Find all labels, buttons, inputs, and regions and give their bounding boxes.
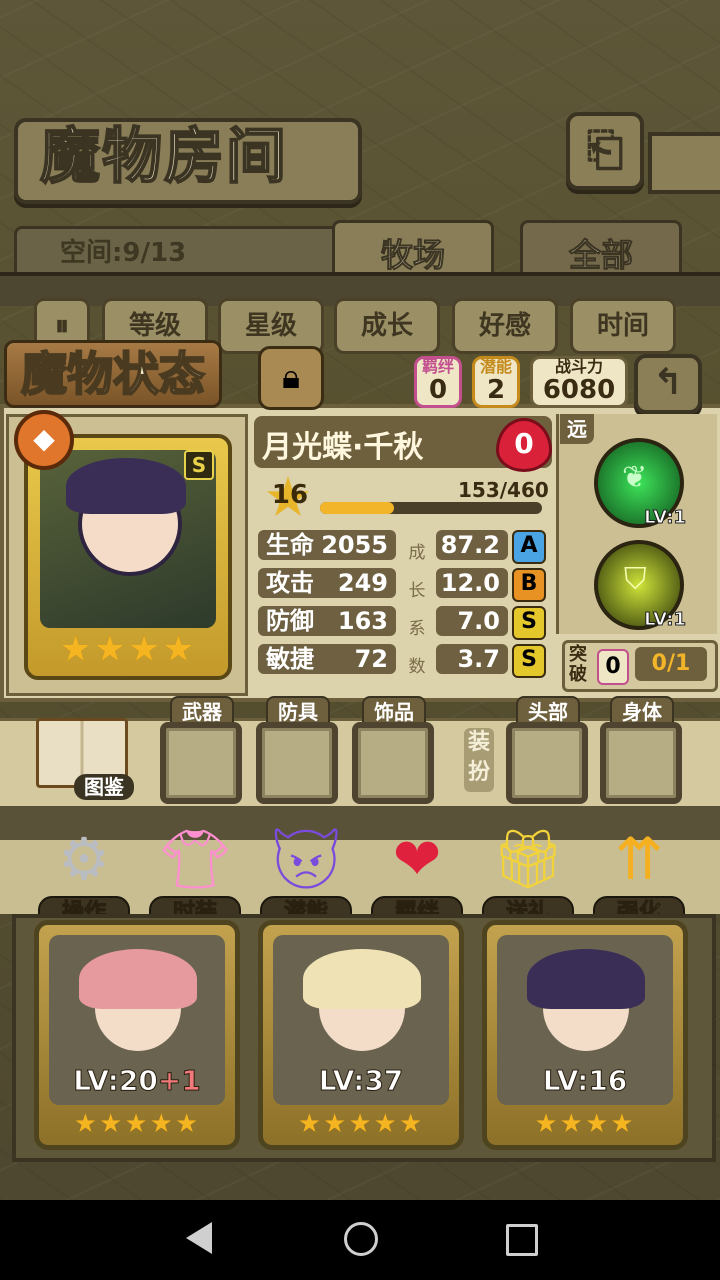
- monster-hair: [79, 949, 197, 1009]
- skill-2-button[interactable]: ⛉ LV:1: [594, 540, 687, 631]
- skill-shield-icon: ⛉: [624, 562, 647, 597]
- monster-card-list: LV:20+1 ★★★★★ LV:37 ★★★★★ LV:16 ★★★★: [34, 920, 714, 1150]
- outfit-icon: 👚︎: [158, 825, 232, 893]
- monster-card[interactable]: LV:20+1 ★★★★★: [34, 920, 240, 1150]
- stat-growth-value: 87.2: [440, 531, 500, 559]
- stat-grade-badge: A: [512, 530, 546, 564]
- breakthrough-progress: 0/1: [635, 647, 707, 681]
- codex-label: 图鉴: [74, 774, 134, 800]
- skill-1-level: LV:1: [644, 507, 687, 529]
- accessory-slot[interactable]: [352, 722, 434, 804]
- lock-button[interactable]: 🔒︎: [258, 346, 324, 410]
- nav-home-icon[interactable]: [344, 1222, 378, 1256]
- stat-growth: 87.2: [436, 530, 508, 560]
- potential-chip: 潜能 2: [472, 356, 520, 408]
- hearts-icon: ❤: [392, 825, 442, 893]
- upgrade-arrows-icon: ⇈: [614, 825, 664, 893]
- stat-grade-badge: B: [512, 568, 546, 602]
- stat-base: 生命 2055: [258, 530, 396, 560]
- range-tag: 远: [560, 414, 594, 444]
- stat-growth-value: 7.0: [457, 607, 500, 635]
- stat-growth: 7.0: [436, 606, 508, 636]
- gear-icon: ⚙: [58, 825, 110, 893]
- growth-coefficient-label: 成长系数: [408, 543, 426, 677]
- weapon-slot[interactable]: [160, 722, 242, 804]
- skill-2-level: LV:1: [644, 609, 687, 631]
- system-nav-bar: [0, 1200, 720, 1280]
- stat-label: 攻击: [266, 569, 314, 597]
- monster-stars: ★★★★★: [73, 1109, 201, 1139]
- return-button[interactable]: ⎗: [566, 112, 644, 190]
- element-badge-icon: ◆: [14, 410, 74, 470]
- monster-hair: [527, 949, 645, 1009]
- stat-grade-badge: S: [512, 644, 546, 678]
- stat-growth-value: 12.0: [440, 569, 500, 597]
- filter-time-button[interactable]: 时间: [570, 298, 676, 354]
- skill-1-button[interactable]: ❦ LV:1: [594, 438, 687, 529]
- stat-base: 防御 163: [258, 606, 396, 636]
- rank-badge: S: [184, 450, 214, 480]
- skill-butterfly-icon: ❦: [622, 460, 648, 495]
- return-arrow-icon: ↰: [652, 362, 684, 403]
- nav-back-icon[interactable]: [186, 1222, 212, 1254]
- header-side-plate: [648, 132, 720, 194]
- exp-bar-fill: [320, 502, 394, 514]
- monster-card[interactable]: LV:16 ★★★★: [482, 920, 688, 1150]
- stat-growth: 12.0: [436, 568, 508, 598]
- bond-chip: 羁绊 0: [414, 356, 462, 408]
- stat-value: 2055: [321, 531, 388, 559]
- character-hair: [66, 458, 186, 514]
- stat-base: 敏捷 72: [258, 644, 396, 674]
- stat-label: 防御: [266, 607, 314, 635]
- monster-hair: [303, 949, 421, 1009]
- stat-value: 249: [337, 569, 388, 597]
- monster-level: LV:37: [318, 1064, 404, 1098]
- monster-stars: ★★★★: [534, 1109, 636, 1139]
- padlock-icon: 🔒︎: [281, 357, 301, 397]
- stat-value: 72: [354, 645, 388, 673]
- status-close-button[interactable]: ↰: [634, 354, 702, 414]
- filter-growth-button[interactable]: 成长: [334, 298, 440, 354]
- monster-level: LV:16: [542, 1064, 628, 1098]
- outfit-label: 装扮: [464, 728, 494, 792]
- body-slot[interactable]: [600, 722, 682, 804]
- status-title: 魔物状态: [4, 340, 222, 408]
- exp-text: 153/460: [458, 478, 549, 502]
- codex-button[interactable]: 图鉴: [30, 712, 134, 802]
- monster-level: LV:20+1: [73, 1064, 202, 1098]
- level-value: 16: [271, 480, 309, 510]
- stat-base: 攻击 249: [258, 568, 396, 598]
- head-slot[interactable]: [506, 722, 588, 804]
- stat-label: 敏捷: [266, 645, 314, 673]
- stat-growth-value: 3.7: [457, 645, 500, 673]
- exp-bar: [320, 502, 542, 514]
- portrait-stars: ★★★★: [59, 629, 197, 670]
- portrait-card[interactable]: S ★★★★: [24, 434, 232, 680]
- nav-recents-icon[interactable]: [506, 1224, 538, 1256]
- return-arrow-icon: ⎗: [586, 122, 624, 176]
- page-title: 魔物房间: [39, 121, 288, 193]
- character-name: 月光蝶·千秋: [262, 430, 424, 465]
- armor-slot[interactable]: [256, 722, 338, 804]
- stat-growth: 3.7: [436, 644, 508, 674]
- monster-card[interactable]: LV:37 ★★★★★: [258, 920, 464, 1150]
- breakthrough-panel: 突破 0 0/1: [562, 640, 718, 692]
- gift-icon: 🎁︎: [491, 825, 565, 893]
- breakthrough-label: 突破: [569, 644, 587, 685]
- filter-affection-button[interactable]: 好感: [452, 298, 558, 354]
- demon-icon: 👿︎: [269, 825, 343, 893]
- monster-stars: ★★★★★: [297, 1109, 425, 1139]
- breakthrough-count: 0: [597, 649, 629, 685]
- stat-value: 163: [337, 607, 388, 635]
- stat-grade-badge: S: [512, 606, 546, 640]
- power-chip: 战斗力 6080: [530, 356, 628, 408]
- stat-label: 生命: [266, 531, 314, 559]
- space-count: 空间:9/13: [60, 238, 187, 268]
